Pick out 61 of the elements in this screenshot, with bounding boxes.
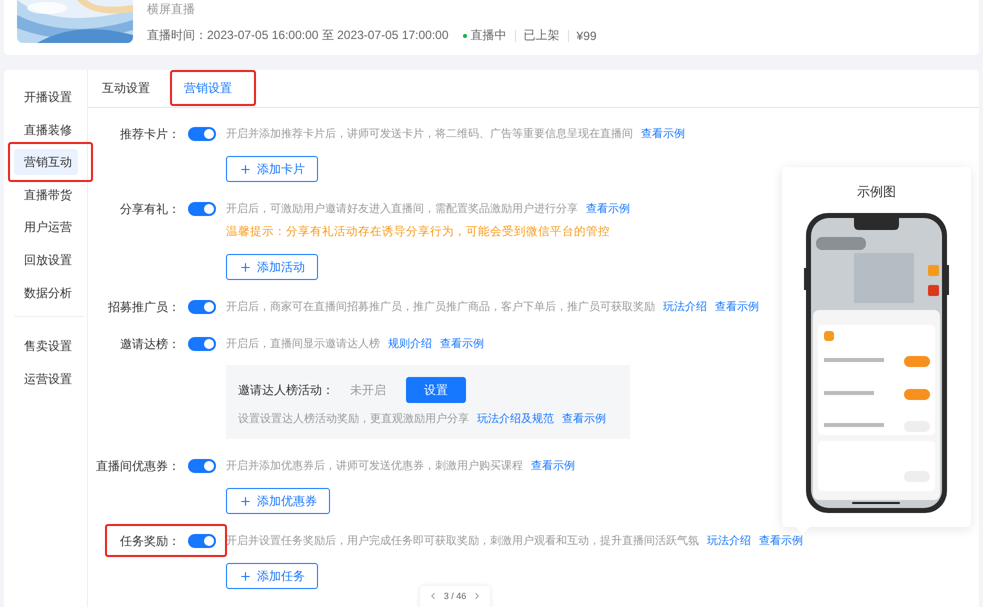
setting-description: 开启后，商家可在直播间招募推广员，推广员推广商品，客户下单后，推广员可获取奖励 bbox=[226, 300, 655, 315]
sidebar-item[interactable]: 数据分析 bbox=[14, 280, 78, 306]
toggle-switch[interactable] bbox=[188, 459, 216, 473]
panel-label: 邀请达人榜活动： bbox=[238, 382, 334, 398]
link[interactable]: 查看示例 bbox=[715, 297, 759, 317]
link[interactable]: 查看示例 bbox=[586, 199, 630, 219]
sidebar-item[interactable]: 直播装修 bbox=[14, 116, 78, 143]
warning-text: 温馨提示：分享有礼活动存在诱导分享行为，可能会受到微信平台的管控 bbox=[226, 224, 610, 240]
panel-description: 设置设置达人榜活动奖励，更直观激励用户分享 bbox=[238, 412, 469, 427]
panel-status: 未开启 bbox=[350, 382, 386, 398]
sidebar-item[interactable]: 运营设置 bbox=[14, 366, 78, 392]
page-indicator: 3 / 46 bbox=[444, 591, 466, 601]
setting-description: 开启后，直播间显示邀请达人榜 bbox=[226, 336, 380, 352]
setting-label: 任务奖励： bbox=[119, 533, 181, 550]
price: ¥99 bbox=[576, 28, 597, 42]
link[interactable]: 查看示例 bbox=[759, 531, 803, 551]
sidebar-item[interactable]: 回放设置 bbox=[14, 246, 78, 273]
link[interactable]: 查看示例 bbox=[531, 456, 575, 476]
sidebar-item[interactable]: 开播设置 bbox=[14, 84, 78, 110]
setting-description: 开启并设置任务奖励后，用户完成任务即可获取奖励，刺激用户观看和互动，提升直播间活跃气氛 bbox=[226, 534, 699, 549]
link[interactable]: 玩法介绍 bbox=[663, 297, 707, 317]
live-type: 横屏直播 bbox=[147, 1, 196, 17]
setting-description: 开启后，可激励用户邀请好友进入直播间，需配置奖品激励用户进行分享 bbox=[226, 202, 578, 217]
add-button[interactable]: 添加任务 bbox=[226, 563, 318, 589]
add-button[interactable]: 添加卡片 bbox=[226, 156, 318, 182]
live-time: 直播时间：2023-07-05 16:00:00 至 2023-07-05 17:00:00 bbox=[147, 27, 449, 44]
setting-description: 开启并添加优惠券后，讲师可发送优惠券，刺激用户购买课程 bbox=[226, 458, 523, 474]
setting-label: 邀请达榜： bbox=[119, 336, 181, 353]
link[interactable]: 查看示例 bbox=[641, 124, 685, 144]
link[interactable]: 查看示例 bbox=[440, 334, 484, 354]
plus-icon bbox=[239, 260, 252, 274]
toggle-switch[interactable] bbox=[188, 534, 216, 548]
plus-icon bbox=[239, 570, 252, 582]
link[interactable]: 玩法介绍及规范 bbox=[477, 409, 554, 429]
toggle-switch[interactable] bbox=[188, 127, 216, 141]
sidebar-item[interactable]: 售卖设置 bbox=[14, 333, 78, 360]
status-dot-icon bbox=[462, 34, 467, 38]
setting-label: 推荐卡片： bbox=[119, 126, 181, 143]
preview-title: 示例图 bbox=[857, 183, 896, 201]
sidebar-item[interactable]: 直播带货 bbox=[14, 182, 78, 208]
sidebar-item[interactable]: 营销互动 bbox=[14, 149, 78, 176]
live-status: 直播中 bbox=[470, 27, 507, 44]
toggle-switch[interactable] bbox=[188, 337, 216, 351]
link[interactable]: 规则介绍 bbox=[388, 334, 432, 354]
setting-description: 开启并添加推荐卡片后，讲师可发送卡片，将二维码、广告等重要信息呈现在直播间 bbox=[226, 126, 633, 142]
toggle-switch[interactable] bbox=[188, 202, 216, 216]
add-button[interactable]: 添加活动 bbox=[226, 254, 318, 280]
tab[interactable]: 互动设置 bbox=[102, 80, 150, 97]
toggle-switch[interactable] bbox=[188, 300, 216, 314]
settings-button[interactable]: 设置 bbox=[406, 377, 466, 403]
sidebar-item[interactable]: 用户运营 bbox=[14, 214, 78, 240]
setting-label: 直播间优惠券： bbox=[95, 458, 181, 475]
link[interactable]: 玩法介绍 bbox=[707, 531, 751, 551]
tab[interactable]: 营销设置 bbox=[184, 80, 232, 97]
setting-label: 招募推广员： bbox=[107, 299, 181, 316]
link[interactable]: 查看示例 bbox=[562, 409, 606, 429]
add-button[interactable]: 添加优惠券 bbox=[226, 488, 330, 514]
plus-icon bbox=[239, 162, 252, 176]
setting-label: 分享有礼： bbox=[119, 201, 181, 218]
shelf-status: 已上架 bbox=[524, 27, 560, 44]
plus-icon bbox=[239, 494, 252, 508]
